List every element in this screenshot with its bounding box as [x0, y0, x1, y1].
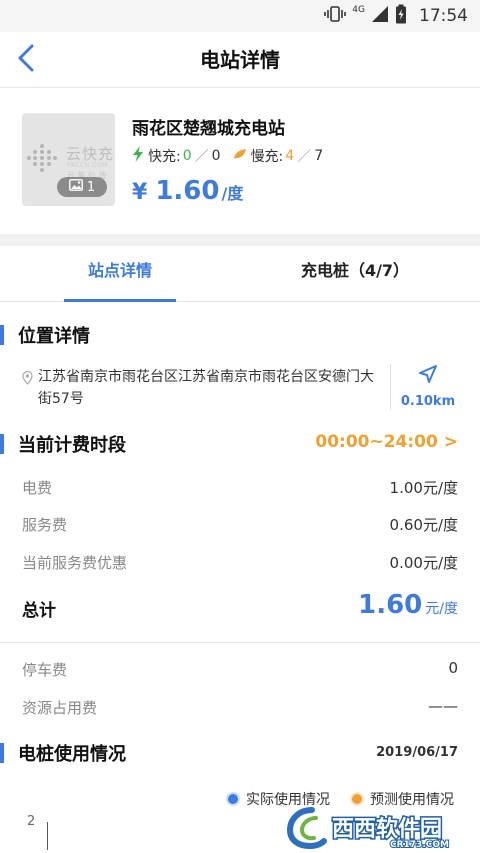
vibrate-icon [324, 5, 347, 27]
fee-label: 资源占用费 [22, 699, 98, 717]
section-gap [0, 234, 480, 246]
fee-value: 0.00元/度 [389, 554, 458, 572]
signal-icon [371, 5, 389, 27]
clock: 17:54 [419, 6, 468, 26]
station-name: 雨花区楚翘城充电站 [132, 119, 285, 139]
battery-icon [395, 4, 407, 28]
price-unit: /度 [221, 184, 244, 203]
total-value: 1.60 [358, 590, 423, 620]
distance: 0.10km [400, 394, 456, 409]
billing-time-range[interactable]: 00:00~24:00 > [315, 432, 458, 452]
tab-label: 站点详情 [87, 261, 152, 280]
dot-logo-icon [26, 143, 62, 177]
total-unit: 元/度 [425, 601, 458, 617]
separator: ／ [297, 149, 312, 165]
active-tab-indicator [64, 299, 176, 302]
separator: ／ [194, 149, 209, 165]
lightning-icon [132, 146, 144, 166]
total-label: 总计 [22, 601, 56, 621]
divider [0, 642, 480, 643]
fast-charge-label: 快充: [148, 149, 181, 165]
app-header: 电站详情 [0, 32, 480, 88]
network-type: 4G [352, 5, 365, 15]
fee-value: 1.00元/度 [389, 479, 458, 497]
fee-label: 电费 [22, 479, 53, 497]
station-address: 江苏省南京市雨花台区江苏省南京市雨花台区安德门大街57号 [38, 369, 374, 407]
billing-section-title: 当前计费时段 [0, 431, 126, 457]
watermark-text: 西西软件园 [332, 816, 442, 842]
chart-y-axis [47, 822, 48, 850]
location-pin-icon [22, 370, 33, 389]
location-section-title: 位置详情 [0, 322, 90, 348]
photo-count: 1 [86, 179, 96, 195]
price-value: 1.60 [155, 176, 220, 206]
navigation-arrow-icon [418, 365, 438, 388]
image-icon [68, 179, 83, 195]
chart-y-tick: 2 [27, 814, 36, 829]
navigate-button[interactable]: 0.10km [398, 364, 458, 409]
charger-availability: 快充: 0 ／ 0 慢充: 4 ／ 7 [132, 146, 323, 166]
fast-available: 0 [182, 148, 192, 164]
photo-count-badge: 1 [57, 177, 107, 197]
fast-total: 0 [211, 148, 221, 164]
total-price: 1.60 元/度 [358, 590, 458, 620]
slow-charge-label: 慢充: [250, 149, 284, 165]
fee-label: 当前服务费优惠 [22, 554, 128, 572]
station-card: 云快充 YKCCN.COM 云 集 价 值 1 雨花区楚翘城充电站 快充: 0 … [0, 88, 480, 234]
slow-available: 4 [285, 148, 295, 164]
status-icons: 4G 17:54 [324, 0, 468, 32]
watermark-logo: 西西软件园 CR173.COM [286, 804, 472, 851]
thumb-sub-text: YKCCN.COM [67, 162, 108, 169]
fee-label: 停车费 [22, 661, 68, 679]
tab-charging-piles[interactable]: 充电桩（4/7） [290, 246, 420, 302]
page-title: 电站详情 [200, 48, 280, 72]
watermark-swirl-icon [286, 807, 327, 850]
detail-tabs: 站点详情 充电桩（4/7） [0, 246, 480, 302]
legend-actual-dot [228, 794, 238, 804]
legend-predicted-dot [352, 794, 362, 804]
fee-value: 0.60元/度 [389, 516, 458, 534]
usage-section-title: 电桩使用情况 [0, 740, 126, 766]
station-price: ¥ 1.60 /度 [132, 176, 243, 206]
tab-station-details[interactable]: 站点详情 [64, 246, 176, 302]
currency-symbol: ¥ [132, 180, 148, 205]
divider [390, 364, 391, 410]
usage-date[interactable]: 2019/06/17 [376, 745, 458, 760]
thumb-brand-text: 云快充 [66, 145, 115, 163]
slow-total: 7 [314, 148, 324, 164]
watermark-sub: CR173.COM [390, 840, 449, 850]
station-photo[interactable]: 云快充 YKCCN.COM 云 集 价 值 1 [22, 113, 115, 206]
status-bar: 4G 17:54 [0, 0, 480, 32]
fee-value: —— [428, 697, 458, 715]
fee-value: 0 [448, 659, 458, 677]
tab-label: 充电桩（4/7） [300, 261, 410, 280]
fee-label: 服务费 [22, 516, 68, 534]
slow-charge-icon [233, 148, 247, 164]
